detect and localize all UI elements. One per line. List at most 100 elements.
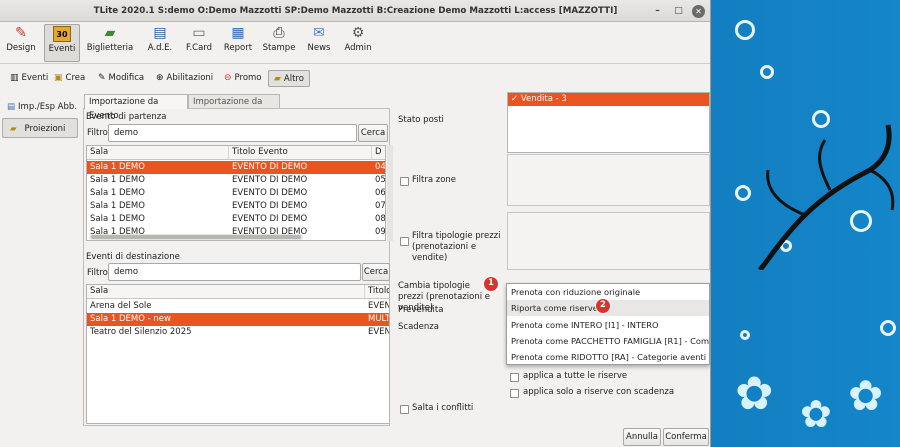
destination-events-table: Sala Titolo I Arena del Sole EVENTO Sala … xyxy=(86,284,390,424)
subtoolbar-crea-button[interactable]: ▣ Crea xyxy=(52,70,85,87)
table-row[interactable]: Sala 1 DEMO EVENTO DI DEMO 08 xyxy=(87,213,386,226)
filtra-tipologie-checkbox[interactable] xyxy=(400,237,409,246)
subtoolbar-label: Altro xyxy=(283,74,304,84)
nav-label: Imp./Esp Abb. xyxy=(18,102,77,112)
nav-imp-esp-abb[interactable]: ▤ Imp./Esp Abb. xyxy=(2,96,78,116)
cell: 07 xyxy=(375,201,386,211)
destination-search-button[interactable]: Cerca xyxy=(362,263,390,281)
create-icon: ▣ xyxy=(54,73,63,83)
cell: 08 xyxy=(375,214,386,224)
cell: Arena del Sole xyxy=(90,301,152,311)
subtoolbar-promo-button[interactable]: ⊖ Promo xyxy=(222,70,262,87)
menu-item[interactable]: Prenota come PACCHETTO FAMIGLIA [R1] - C… xyxy=(507,333,709,349)
window-titlebar: TLite 2020.1 S:demo O:Demo Mazzotti SP:D… xyxy=(0,0,710,22)
table-row[interactable]: Sala 1 DEMO EVENTO DI DEMO 07 xyxy=(87,200,386,213)
menu-item[interactable]: Prenota come RIDOTTO [RA] - Categorie av… xyxy=(507,349,709,364)
sub-toolbar: ▥ Eventi ▣ Crea ✎ Modifica ⊕ Abilitazioni ⊖ P… xyxy=(0,67,710,89)
toolbar-eventi-button[interactable]: 30 Eventi xyxy=(44,24,80,62)
table-row[interactable]: Sala 1 DEMO EVENTO DI DEMO 06 xyxy=(87,187,385,200)
table-row[interactable]: Arena del Sole EVENTO xyxy=(87,300,389,313)
tab-importazione-file[interactable]: Importazione da File xyxy=(188,94,280,121)
column-header[interactable]: Titolo I xyxy=(365,285,389,299)
toolbar-label: Report xyxy=(223,43,253,53)
scadenza-label: Scadenza xyxy=(398,322,439,332)
toolbar-fcard-button[interactable]: ▭ F.Card xyxy=(184,24,214,62)
minimize-icon[interactable]: – xyxy=(651,5,664,18)
column-header[interactable]: Sala xyxy=(87,146,229,160)
more-icon: ▰ xyxy=(274,74,281,84)
table-row[interactable]: Sala 1 DEMO EVENTO DI DEMO 05 xyxy=(87,174,385,187)
globe-icon: ⊕ xyxy=(156,73,164,83)
confirm-button[interactable]: Conferma xyxy=(663,428,709,446)
nav-proiezioni[interactable]: ▰ Proiezioni xyxy=(2,118,78,138)
applica-scadenza-checkbox[interactable] xyxy=(510,389,519,398)
subtoolbar-altro-button[interactable]: ▰ Altro xyxy=(268,70,310,87)
prevendita-label: Prevendita xyxy=(398,305,444,315)
toolbar-news-button[interactable]: ✉ News xyxy=(304,24,334,62)
design-icon: ✎ xyxy=(15,25,27,41)
table-row[interactable]: Sala 1 DEMO EVENTO DI DEMO 04 xyxy=(87,161,385,174)
table-row[interactable]: Sala 1 DEMO - new MULTI E xyxy=(87,313,389,326)
maximize-icon[interactable]: □ xyxy=(672,5,685,18)
cell: Sala 1 DEMO xyxy=(90,175,145,185)
cancel-button[interactable]: Annulla xyxy=(623,428,661,446)
event-icon: ▥ xyxy=(10,73,19,83)
zone-list[interactable] xyxy=(507,154,710,206)
destination-filter-input[interactable]: demo xyxy=(108,263,361,281)
toolbar-ade-button[interactable]: ▤ A.d.E. xyxy=(144,24,176,62)
ade-icon: ▤ xyxy=(153,25,167,41)
toolbar-label: Biglietteria xyxy=(86,43,134,53)
flower-decoration: ✿ xyxy=(800,392,832,436)
step-badge-1: 1 xyxy=(483,276,499,292)
app-window: TLite 2020.1 S:demo O:Demo Mazzotti SP:D… xyxy=(0,0,711,447)
toolbar-label: Design xyxy=(6,43,36,53)
filtra-zone-label: Filtra zone xyxy=(412,175,457,185)
close-icon[interactable]: ✕ xyxy=(692,5,705,18)
stato-posti-list[interactable]: ✓ Vendita - 3 xyxy=(507,92,710,153)
projection-icon: ▰ xyxy=(10,124,17,134)
cell: Sala 1 DEMO xyxy=(90,162,145,172)
salta-conflitti-checkbox[interactable] xyxy=(400,405,409,414)
toolbar-design-button[interactable]: ✎ Design xyxy=(4,24,38,62)
tab-bar: Importazione da Evento Importazione da F… xyxy=(84,94,394,121)
source-filter-input[interactable]: demo xyxy=(108,124,357,142)
toolbar-stampe-button[interactable]: ⎙ Stampe xyxy=(262,24,296,62)
applica-tutte-checkbox[interactable] xyxy=(510,373,519,382)
table-row[interactable]: Teatro del Silenzio 2025 EVENTO xyxy=(87,326,389,339)
cell: Sala 1 DEMO xyxy=(90,214,145,224)
subtoolbar-modifica-button[interactable]: ✎ Modifica xyxy=(96,70,144,87)
toolbar-admin-button[interactable]: ⚙ Admin xyxy=(342,24,374,62)
vertical-scrollbar[interactable] xyxy=(387,145,393,241)
mail-icon: ✉ xyxy=(313,25,325,41)
subtoolbar-label: Modifica xyxy=(108,73,145,83)
bubble-decoration xyxy=(880,320,896,336)
horizontal-scrollbar[interactable] xyxy=(89,234,303,240)
column-header[interactable]: D xyxy=(372,146,385,160)
applica-tutte-label: applica a tutte le riserve xyxy=(523,371,628,381)
toolbar-report-button[interactable]: ▦ Report xyxy=(222,24,254,62)
column-header[interactable]: Titolo Evento xyxy=(229,146,372,160)
subtoolbar-abilitazioni-button[interactable]: ⊕ Abilitazioni xyxy=(154,70,213,87)
menu-item[interactable]: Prenota come INTERO [I1] - INTERO xyxy=(507,317,709,333)
destination-section-label: Eventi di destinazione xyxy=(86,252,180,262)
admin-icon: ⚙ xyxy=(351,25,365,41)
nav-label: Proiezioni xyxy=(24,124,66,134)
card-icon: ▭ xyxy=(192,25,206,41)
subtoolbar-eventi-button[interactable]: ▥ Eventi xyxy=(8,70,48,87)
cell: EVENTO DI DEMO xyxy=(232,214,308,224)
source-search-button[interactable]: Cerca xyxy=(358,124,388,142)
tipologie-list[interactable] xyxy=(507,212,710,270)
toolbar-label: Eventi xyxy=(48,44,76,54)
cell: EVENTO xyxy=(368,301,389,311)
edit-icon: ✎ xyxy=(98,73,106,83)
calendar-icon: 30 xyxy=(53,26,71,42)
toolbar-label: A.d.E. xyxy=(147,43,173,53)
stato-posti-item[interactable]: ✓ Vendita - 3 xyxy=(508,93,709,106)
source-events-table: Sala Titolo Evento D Sala 1 DEMO EVENTO D… xyxy=(86,145,386,241)
toolbar-biglietteria-button[interactable]: ▰ Biglietteria xyxy=(86,24,134,62)
column-header[interactable]: Sala xyxy=(87,285,365,299)
bubble-decoration xyxy=(740,330,750,340)
tab-importazione-evento[interactable]: Importazione da Evento xyxy=(84,94,188,121)
menu-item[interactable]: Prenota con riduzione originale xyxy=(507,284,709,300)
filtra-zone-checkbox[interactable] xyxy=(400,177,409,186)
